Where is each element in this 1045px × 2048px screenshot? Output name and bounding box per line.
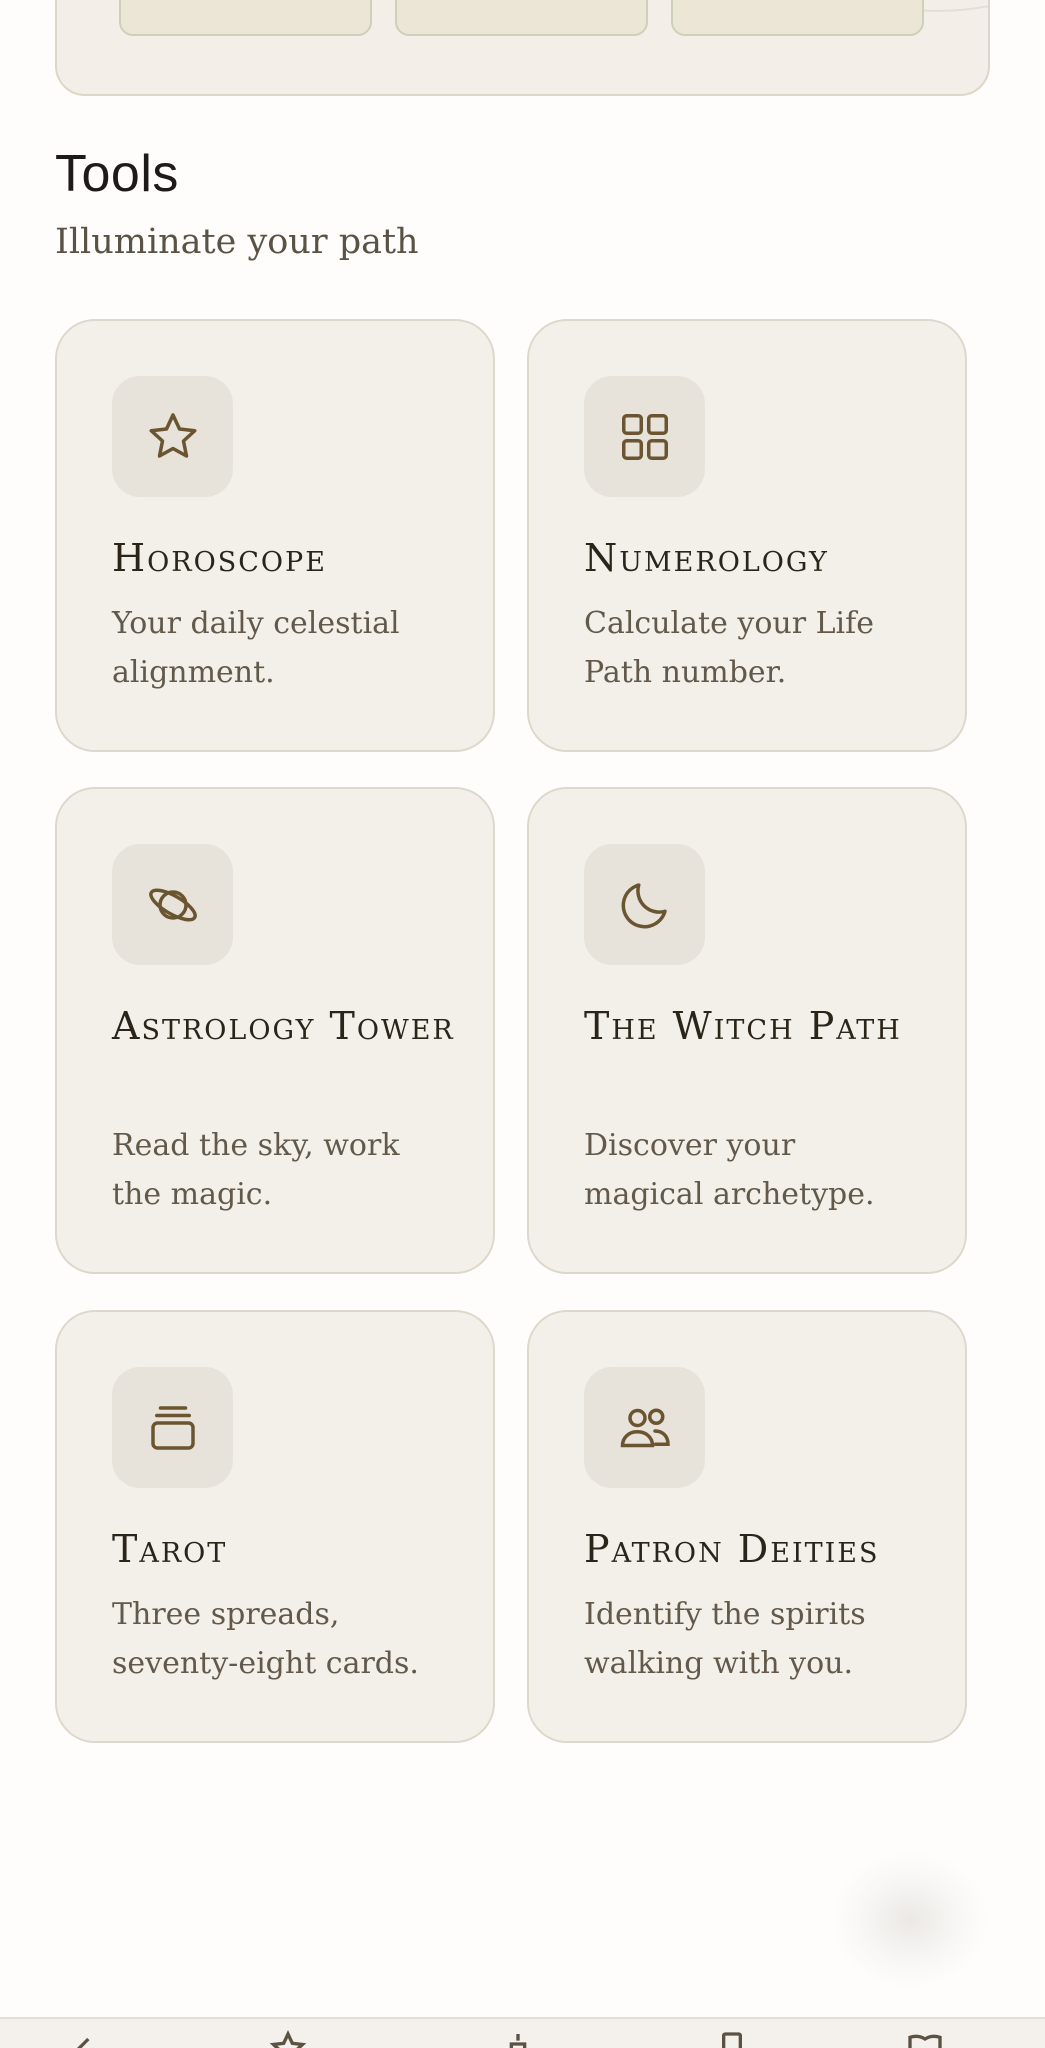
card-stack-icon bbox=[150, 1405, 195, 1450]
nav-candle-icon[interactable] bbox=[498, 2029, 538, 2048]
tool-description: Three spreads, seventy-eight cards. bbox=[112, 1597, 419, 1681]
icon-tile bbox=[584, 376, 705, 497]
section-title: Tools bbox=[55, 145, 179, 203]
floating-action-button[interactable] bbox=[830, 1850, 990, 1990]
tool-card-horoscope[interactable]: Horoscope Your daily celestial alignment… bbox=[55, 319, 495, 752]
tool-title: Astrology Tower bbox=[112, 1004, 455, 1048]
bottom-navigation bbox=[0, 2017, 1045, 2048]
icon-tile bbox=[112, 1367, 233, 1488]
tool-card-numerology[interactable]: Numerology Calculate your Life Path numb… bbox=[527, 319, 967, 752]
tool-description: Calculate your Life Path number. bbox=[584, 606, 874, 690]
tool-card-patron-deities[interactable]: Patron Deities Identify the spirits walk… bbox=[527, 1310, 967, 1743]
star-icon bbox=[149, 412, 196, 458]
tool-card-astrology-tower[interactable]: Astrology Tower Read the sky, work the m… bbox=[55, 787, 495, 1274]
tool-description: Identify the spirits walking with you. bbox=[584, 1597, 866, 1681]
tool-title: The Witch Path bbox=[584, 1004, 902, 1048]
tool-description: Discover your magical archetype. bbox=[584, 1128, 875, 1212]
icon-tile bbox=[584, 1367, 705, 1488]
tool-title: Patron Deities bbox=[584, 1527, 880, 1571]
icon-tile bbox=[584, 844, 705, 965]
icon-tile bbox=[112, 844, 233, 965]
tool-title: Horoscope bbox=[112, 536, 327, 580]
grid-icon bbox=[621, 413, 668, 460]
tool-card-tarot[interactable]: Tarot Three spreads, seventy-eight cards… bbox=[55, 1310, 495, 1743]
top-tab-3[interactable] bbox=[671, 0, 924, 36]
top-tab-2[interactable] bbox=[395, 0, 648, 36]
nav-grimoire-icon[interactable] bbox=[712, 2029, 752, 2048]
tool-description: Read the sky, work the magic. bbox=[112, 1128, 400, 1212]
top-panel bbox=[55, 0, 990, 96]
moon-icon bbox=[621, 882, 667, 928]
nav-back-icon[interactable] bbox=[65, 2029, 105, 2048]
nav-star-icon[interactable] bbox=[268, 2029, 308, 2048]
tool-card-witch-path[interactable]: The Witch Path Discover your magical arc… bbox=[527, 787, 967, 1274]
top-tab-1[interactable] bbox=[119, 0, 372, 36]
users-icon bbox=[620, 1408, 670, 1447]
nav-book-icon[interactable] bbox=[905, 2029, 945, 2048]
planet-icon bbox=[148, 888, 197, 921]
tool-description: Your daily celestial alignment. bbox=[112, 606, 400, 690]
tool-title: Tarot bbox=[112, 1527, 228, 1571]
tool-title: Numerology bbox=[584, 536, 829, 580]
icon-tile bbox=[112, 376, 233, 497]
section-subtitle: Illuminate your path bbox=[55, 222, 419, 262]
